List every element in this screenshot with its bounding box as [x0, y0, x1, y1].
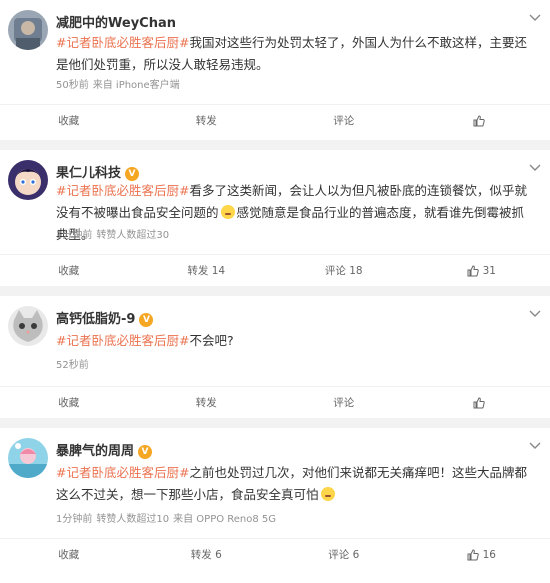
like-count: 31 — [482, 264, 496, 277]
repost-label: 转发 6 — [190, 549, 222, 561]
author-name[interactable]: 高钙低脂奶-9 V — [56, 308, 154, 327]
author-name-text: 减肥中的WeyChan — [56, 16, 176, 31]
chevron-down-icon[interactable] — [528, 440, 542, 450]
weibo-feed: 减肥中的WeyChan #记者卧底必胜客后厨#我国对这些行为处罚太轻了，外国人为… — [0, 0, 550, 583]
emoji-icon — [220, 205, 235, 219]
favorite-label: 收藏 — [58, 265, 80, 277]
chevron-down-icon[interactable] — [528, 162, 542, 172]
verified-badge: V — [139, 313, 154, 327]
post-text: #记者卧底必胜客后厨#不会吧? — [56, 330, 536, 352]
avatar[interactable] — [8, 306, 48, 346]
hashtag-link[interactable]: #记者卧底必胜客后厨# — [56, 465, 189, 480]
action-bar: 收藏 转发 14 评论 18 31 — [0, 254, 550, 286]
thumbs-up-icon — [467, 548, 479, 560]
avatar[interactable] — [8, 10, 48, 50]
comment-button[interactable]: 评论 — [275, 387, 413, 418]
hashtag-link[interactable]: #记者卧底必胜客后厨# — [56, 183, 189, 198]
post-card: 高钙低脂奶-9 V #记者卧底必胜客后厨#不会吧? 52秒前 收藏 转发 评论 — [0, 296, 550, 418]
thumbs-up-icon — [473, 396, 485, 408]
post-meta: 1分钟前 转赞人数超过10 来自 OPPO Reno8 5G — [56, 510, 280, 525]
post-time[interactable]: 1分钟前 — [56, 514, 92, 525]
post-time[interactable]: 52秒前 — [56, 360, 89, 371]
hashtag-link[interactable]: #记者卧底必胜客后厨# — [56, 35, 189, 50]
avatar[interactable] — [8, 438, 48, 478]
comment-button[interactable]: 评论 — [275, 105, 413, 136]
author-name[interactable]: 果仁儿科技 V — [56, 162, 140, 181]
post-text-content: 不会吧? — [189, 333, 234, 348]
repost-button[interactable]: 转发 — [138, 105, 276, 136]
post-card: 减肥中的WeyChan #记者卧底必胜客后厨#我国对这些行为处罚太轻了，外国人为… — [0, 0, 550, 140]
avatar[interactable] — [8, 160, 48, 200]
post-time[interactable]: 50秒前 — [56, 80, 89, 91]
post-meta: 52秒前 — [56, 356, 93, 371]
action-bar: 收藏 转发 评论 — [0, 104, 550, 136]
chevron-down-icon[interactable] — [528, 308, 542, 318]
favorite-label: 收藏 — [58, 115, 80, 127]
favorite-button[interactable]: 收藏 — [0, 255, 138, 286]
comment-label: 评论 18 — [324, 265, 363, 277]
post-meta: 50秒前 来自 iPhone客户端 — [56, 76, 184, 91]
repost-button[interactable]: 转发 6 — [138, 539, 276, 570]
thumbs-up-icon — [473, 114, 485, 126]
forward-info: 转赞人数超过10 — [96, 514, 170, 525]
post-source: 来自 iPhone客户端 — [92, 80, 180, 91]
author-name[interactable]: 暴脾气的周周 V — [56, 440, 153, 459]
post-text: #记者卧底必胜客后厨#之前也处罚过几次，对他们来说都无关痛痒吧！这些大品牌都这么… — [56, 462, 536, 506]
favorite-button[interactable]: 收藏 — [0, 539, 138, 570]
author-name[interactable]: 减肥中的WeyChan — [56, 12, 176, 31]
verified-badge: V — [138, 445, 153, 459]
post-meta: 1分钟前 转赞人数超过30 — [56, 226, 173, 241]
post-text: #记者卧底必胜客后厨#我国对这些行为处罚太轻了，外国人为什么不敢这样，主要还是他… — [56, 32, 536, 76]
post-time[interactable]: 1分钟前 — [56, 230, 92, 241]
comment-label: 评论 — [333, 115, 355, 127]
comment-button[interactable]: 评论 18 — [275, 255, 413, 286]
repost-label: 转发 — [195, 115, 217, 127]
post-source: 来自 OPPO Reno8 5G — [173, 514, 277, 525]
comment-label: 评论 6 — [328, 549, 360, 561]
post-card: 果仁儿科技 V #记者卧底必胜客后厨#看多了这类新闻，会让人以为但凡被卧底的连锁餐… — [0, 150, 550, 286]
verified-badge: V — [125, 167, 140, 181]
repost-label: 转发 14 — [187, 265, 226, 277]
favorite-button[interactable]: 收藏 — [0, 105, 138, 136]
repost-label: 转发 — [195, 397, 217, 409]
emoji-icon — [320, 487, 335, 501]
author-name-text: 高钙低脂奶-9 — [56, 312, 136, 327]
repost-button[interactable]: 转发 14 — [138, 255, 276, 286]
comment-button[interactable]: 评论 6 — [275, 539, 413, 570]
like-button[interactable]: 31 — [413, 255, 550, 286]
hashtag-link[interactable]: #记者卧底必胜客后厨# — [56, 333, 189, 348]
favorite-label: 收藏 — [58, 397, 80, 409]
post-card: 暴脾气的周周 V #记者卧底必胜客后厨#之前也处罚过几次，对他们来说都无关痛痒吧！… — [0, 428, 550, 583]
repost-button[interactable]: 转发 — [138, 387, 276, 418]
author-name-text: 暴脾气的周周 — [56, 444, 135, 459]
chevron-down-icon[interactable] — [528, 12, 542, 22]
thumbs-up-icon — [467, 264, 479, 276]
comment-label: 评论 — [333, 397, 355, 409]
like-count: 16 — [482, 548, 496, 561]
action-bar: 收藏 转发 6 评论 6 16 — [0, 538, 550, 570]
author-name-text: 果仁儿科技 — [56, 166, 122, 181]
favorite-label: 收藏 — [58, 549, 80, 561]
like-button[interactable] — [413, 387, 550, 418]
action-bar: 收藏 转发 评论 — [0, 386, 550, 418]
forward-info: 转赞人数超过30 — [96, 230, 170, 241]
like-button[interactable]: 16 — [413, 539, 550, 570]
favorite-button[interactable]: 收藏 — [0, 387, 138, 418]
like-button[interactable] — [413, 105, 550, 136]
